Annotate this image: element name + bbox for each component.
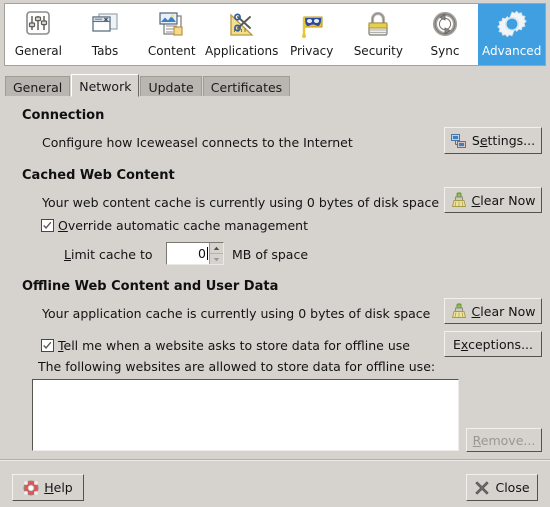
cached-web-content-heading: Cached Web Content [22, 168, 175, 183]
cached-clear-now-label: Clear Now [471, 192, 536, 208]
toolbar-item-sync[interactable]: Sync [412, 4, 479, 65]
help-button-label: Help [44, 480, 73, 495]
subtab-strip: General Network Update Certificates [5, 74, 291, 97]
connection-heading: Connection [22, 108, 105, 123]
toolbar-label-general: General [14, 44, 62, 58]
toolbar-label-privacy: Privacy [289, 44, 334, 58]
offline-exceptions-button[interactable]: Exceptions... [444, 331, 542, 357]
close-button-label: Close [495, 480, 530, 495]
offline-remove-label: Remove... [472, 432, 536, 448]
tell-me-offline-checkbox[interactable] [41, 339, 54, 352]
gear-icon [495, 8, 529, 42]
offline-sites-list[interactable] [32, 379, 459, 451]
toolbar-label-security: Security [353, 44, 403, 58]
offline-exceptions-label: Exceptions... [453, 336, 533, 352]
subtab-general[interactable]: General [5, 76, 71, 97]
offline-clear-now-button[interactable]: Clear Now [444, 298, 542, 324]
connection-settings-button[interactable]: Settings... [444, 127, 542, 154]
network-settings-pane: Connection Configure how Iceweasel conne… [4, 97, 546, 458]
spinner-up-icon[interactable] [210, 243, 223, 253]
offline-remove-button[interactable]: Remove... [466, 428, 542, 452]
cached-usage-text: Your web content cache is currently usin… [42, 195, 440, 210]
toolbar-label-content: Content [147, 44, 196, 58]
toolbar-item-tabs[interactable]: Tabs [72, 4, 139, 65]
padlock-icon [361, 8, 395, 42]
offline-list-label: The following websites are allowed to st… [38, 359, 436, 374]
dialog-footer: Help Close [0, 461, 550, 507]
mask-icon [295, 8, 329, 42]
close-button[interactable]: Close [466, 474, 538, 501]
toolbar-item-security[interactable]: Security [345, 4, 412, 65]
connection-description: Configure how Iceweasel connects to the … [42, 135, 353, 150]
spinner-down-icon[interactable] [210, 253, 223, 264]
content-page-icon [155, 8, 189, 42]
limit-cache-suffix: MB of space [232, 247, 309, 262]
tell-me-offline-label: Tell me when a website asks to store dat… [58, 338, 410, 353]
toolbar-item-advanced[interactable]: Advanced [478, 4, 546, 65]
toolbar-item-content[interactable]: Content [138, 4, 205, 65]
sliders-icon [21, 8, 55, 42]
close-x-icon [474, 480, 490, 496]
subtab-certificates[interactable]: Certificates [202, 76, 291, 97]
offline-usage-text: Your application cache is currently usin… [42, 306, 431, 321]
limit-cache-input[interactable]: 0 [167, 243, 209, 264]
cached-clear-now-button[interactable]: Clear Now [444, 187, 542, 213]
network-settings-icon [450, 133, 467, 149]
toolbar-item-general[interactable]: General [5, 4, 72, 65]
limit-cache-label: Limit cache to [64, 247, 153, 262]
spinner-buttons [209, 243, 223, 264]
tabs-icon [88, 8, 122, 42]
sync-arrows-icon [428, 8, 462, 42]
limit-cache-value: 0 [198, 246, 206, 261]
subtab-update[interactable]: Update [140, 76, 202, 97]
broom-icon [451, 303, 467, 319]
lifebuoy-icon [23, 480, 39, 496]
offline-heading: Offline Web Content and User Data [22, 279, 279, 294]
toolbar-label-tabs: Tabs [91, 44, 119, 58]
toolbar-label-applications: Applications [205, 44, 279, 58]
advanced-subtab-bar: General Network Update Certificates [0, 68, 550, 97]
toolbar-label-sync: Sync [430, 44, 460, 58]
help-button[interactable]: Help [12, 474, 84, 501]
text-caret [207, 247, 208, 260]
toolbar-icon-strip: General Tabs Content Applications Privac… [4, 3, 546, 66]
toolbar-label-advanced: Advanced [482, 44, 542, 58]
broom-icon [451, 192, 467, 208]
subtab-network[interactable]: Network [71, 74, 140, 97]
toolbar-item-applications[interactable]: Applications [205, 4, 278, 65]
limit-cache-spinner[interactable]: 0 [166, 242, 224, 265]
override-cache-label: Override automatic cache management [58, 218, 308, 233]
preferences-toolbar: General Tabs Content Applications Privac… [0, 0, 550, 68]
override-cache-checkbox[interactable] [41, 219, 54, 232]
scissors-ruler-icon [225, 8, 259, 42]
connection-settings-label: Settings... [471, 133, 536, 148]
offline-clear-now-label: Clear Now [471, 303, 536, 319]
toolbar-item-privacy[interactable]: Privacy [278, 4, 345, 65]
